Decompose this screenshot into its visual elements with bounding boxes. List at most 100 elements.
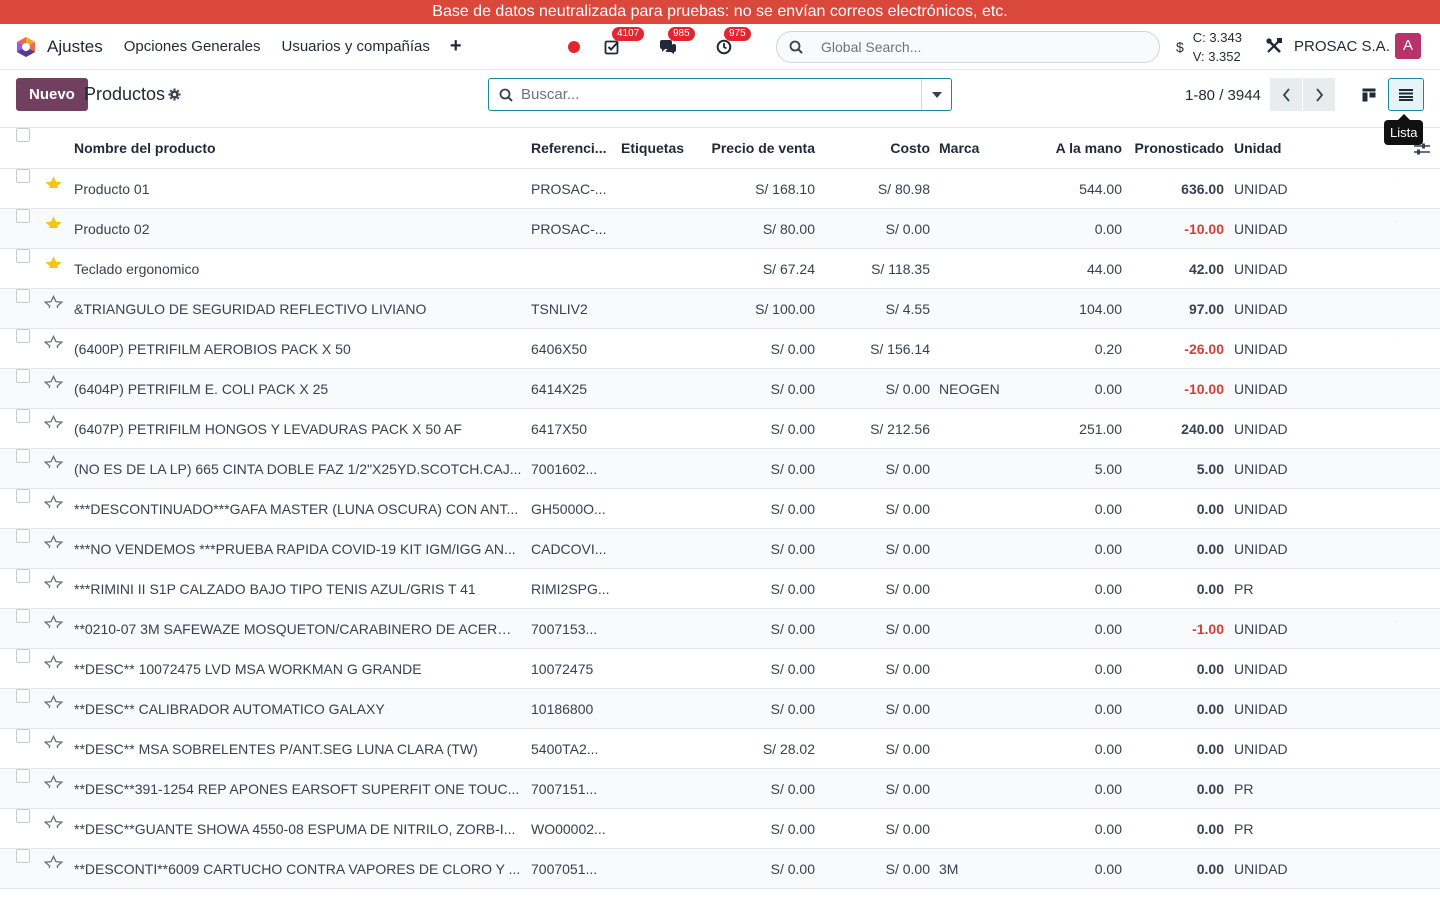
cell-product-name[interactable]: ***DESCONTINUADO***GAFA MASTER (LUNA OSC… [74, 489, 522, 529]
menu-usuarios-companias[interactable]: Usuarios y compañías [282, 38, 430, 55]
pager-value[interactable]: 1-80 / 3944 [1185, 87, 1261, 104]
star-outline-icon[interactable] [44, 329, 63, 348]
cell-product-name[interactable]: ***RIMINI II S1P CALZADO BAJO TIPO TENIS… [74, 569, 522, 609]
debug-tools-icon[interactable] [1265, 37, 1283, 55]
menu-opciones-generales[interactable]: Opciones Generales [124, 38, 261, 55]
row-checkbox[interactable] [16, 369, 30, 383]
column-header-on-hand[interactable]: A la mano [1022, 128, 1122, 168]
table-row[interactable]: ***RIMINI II S1P CALZADO BAJO TIPO TENIS… [0, 569, 1440, 609]
column-header-sale-price[interactable]: Precio de venta [705, 128, 816, 168]
column-header-forecast[interactable]: Pronosticado [1124, 128, 1224, 168]
cell-product-name[interactable]: (6407P) PETRIFILM HONGOS Y LEVADURAS PAC… [74, 409, 522, 449]
cell-product-name[interactable]: **DESCONTI**6009 CARTUCHO CONTRA VAPORES… [74, 849, 522, 889]
star-outline-icon[interactable] [44, 769, 63, 788]
cell-product-name[interactable]: (6400P) PETRIFILM AEROBIOS PACK X 50 [74, 329, 522, 369]
star-filled-icon[interactable] [44, 249, 63, 268]
table-row[interactable]: Producto 01 PROSAC-... S/ 168.10 S/ 80.98 54… [0, 169, 1440, 209]
row-checkbox[interactable] [16, 409, 30, 423]
kanban-view-button[interactable] [1351, 78, 1387, 111]
global-search-box[interactable] [776, 31, 1160, 63]
cell-product-name[interactable]: Producto 02 [74, 209, 522, 249]
timers-button[interactable]: 975 [714, 27, 751, 57]
row-checkbox[interactable] [16, 649, 30, 663]
table-row[interactable]: ***DESCONTINUADO***GAFA MASTER (LUNA OSC… [0, 489, 1440, 529]
cell-product-name[interactable]: **DESC**391-1254 REP APONES EARSOFT SUPE… [74, 769, 522, 809]
table-row[interactable]: Teclado ergonomico S/ 67.24 S/ 118.35 44.00… [0, 249, 1440, 289]
star-outline-icon[interactable] [44, 529, 63, 548]
pager-next-button[interactable] [1303, 78, 1335, 111]
new-button[interactable]: Nuevo [16, 78, 88, 111]
column-header-reference[interactable]: Referenci... [531, 128, 611, 168]
row-checkbox[interactable] [16, 289, 30, 303]
cell-product-name[interactable]: (6404P) PETRIFILM E. COLI PACK X 25 [74, 369, 522, 409]
star-outline-icon[interactable] [44, 569, 63, 588]
exchange-rate-widget[interactable]: $ C: 3.343 V: 3.352 [1176, 28, 1242, 66]
star-filled-icon[interactable] [44, 169, 63, 188]
cell-product-name[interactable]: ***NO VENDEMOS ***PRUEBA RAPIDA COVID-19… [74, 529, 522, 569]
cell-product-name[interactable]: Teclado ergonomico [74, 249, 522, 289]
row-checkbox[interactable] [16, 689, 30, 703]
row-checkbox[interactable] [16, 209, 30, 223]
table-row[interactable]: **DESC** CALIBRADOR AUTOMATICO GALAXY 101… [0, 689, 1440, 729]
cell-product-name[interactable]: **0210-07 3M SAFEWAZE MOSQUETON/CARABINE… [74, 609, 522, 649]
row-checkbox[interactable] [16, 849, 30, 863]
table-row[interactable]: (6404P) PETRIFILM E. COLI PACK X 25 6414X… [0, 369, 1440, 409]
row-checkbox[interactable] [16, 729, 30, 743]
table-row[interactable]: **DESC**GUANTE SHOWA 4550-08 ESPUMA DE N… [0, 809, 1440, 849]
star-outline-icon[interactable] [44, 649, 63, 668]
company-switcher[interactable]: PROSAC S.A. [1294, 38, 1390, 55]
cell-product-name[interactable]: **DESC** MSA SOBRELENTES P/ANT.SEG LUNA … [74, 729, 522, 769]
table-row[interactable]: **DESCONTI**6009 CARTUCHO CONTRA VAPORES… [0, 849, 1440, 889]
cell-product-name[interactable]: **DESC** CALIBRADOR AUTOMATICO GALAXY [74, 689, 522, 729]
row-checkbox[interactable] [16, 769, 30, 783]
cell-product-name[interactable]: &TRIANGULO DE SEGURIDAD REFLECTIVO LIVIA… [74, 289, 522, 329]
record-indicator-icon[interactable] [568, 41, 580, 53]
user-avatar[interactable]: A [1395, 33, 1421, 59]
star-outline-icon[interactable] [44, 689, 63, 708]
pager-previous-button[interactable] [1270, 78, 1302, 111]
column-header-tags[interactable]: Etiquetas [621, 128, 701, 168]
gear-icon[interactable] [168, 88, 181, 101]
star-outline-icon[interactable] [44, 609, 63, 628]
star-outline-icon[interactable] [44, 489, 63, 508]
column-header-unit[interactable]: Unidad [1234, 128, 1314, 168]
table-row[interactable]: (NO ES DE LA LP) 665 CINTA DOBLE FAZ 1/2… [0, 449, 1440, 489]
star-outline-icon[interactable] [44, 369, 63, 388]
row-checkbox[interactable] [16, 529, 30, 543]
table-row[interactable]: **0210-07 3M SAFEWAZE MOSQUETON/CARABINE… [0, 609, 1440, 649]
table-row[interactable]: Producto 02 PROSAC-... S/ 80.00 S/ 0.00 0.00… [0, 209, 1440, 249]
global-search-input[interactable] [821, 39, 1141, 55]
table-row[interactable]: &TRIANGULO DE SEGURIDAD REFLECTIVO LIVIA… [0, 289, 1440, 329]
row-checkbox[interactable] [16, 609, 30, 623]
star-outline-icon[interactable] [44, 289, 63, 308]
star-outline-icon[interactable] [44, 729, 63, 748]
cell-product-name[interactable]: Producto 01 [74, 169, 522, 209]
row-checkbox[interactable] [16, 449, 30, 463]
row-checkbox[interactable] [16, 169, 30, 183]
row-checkbox[interactable] [16, 569, 30, 583]
table-row[interactable]: ***NO VENDEMOS ***PRUEBA RAPIDA COVID-19… [0, 529, 1440, 569]
column-header-cost[interactable]: Costo [820, 128, 930, 168]
activities-button[interactable]: 4107 [602, 27, 645, 57]
column-header-brand[interactable]: Marca [939, 128, 1029, 168]
search-bar[interactable] [488, 78, 952, 111]
star-outline-icon[interactable] [44, 409, 63, 428]
select-all-checkbox[interactable] [16, 128, 30, 142]
star-outline-icon[interactable] [44, 809, 63, 828]
star-filled-icon[interactable] [44, 209, 63, 228]
cell-product-name[interactable]: **DESC** 10072475 LVD MSA WORKMAN G GRAN… [74, 649, 522, 689]
row-checkbox[interactable] [16, 329, 30, 343]
table-row[interactable]: **DESC**391-1254 REP APONES EARSOFT SUPE… [0, 769, 1440, 809]
column-header-name[interactable]: Nombre del producto [74, 128, 522, 168]
app-name[interactable]: Ajustes [47, 37, 103, 57]
table-row[interactable]: **DESC** MSA SOBRELENTES P/ANT.SEG LUNA … [0, 729, 1440, 769]
table-row[interactable]: (6400P) PETRIFILM AEROBIOS PACK X 50 6406… [0, 329, 1440, 369]
star-outline-icon[interactable] [44, 449, 63, 468]
table-row[interactable]: (6407P) PETRIFILM HONGOS Y LEVADURAS PAC… [0, 409, 1440, 449]
row-checkbox[interactable] [16, 249, 30, 263]
cell-product-name[interactable]: (NO ES DE LA LP) 665 CINTA DOBLE FAZ 1/2… [74, 449, 522, 489]
list-view-button[interactable] [1388, 78, 1424, 111]
row-checkbox[interactable] [16, 489, 30, 503]
odoo-app-logo-icon[interactable] [15, 36, 37, 58]
star-outline-icon[interactable] [44, 849, 63, 868]
